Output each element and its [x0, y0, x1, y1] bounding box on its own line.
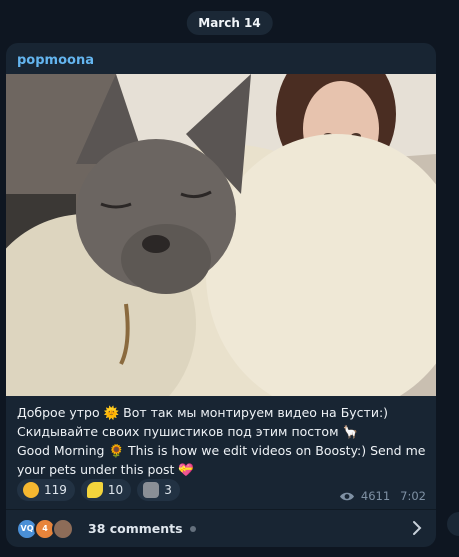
post-meta: 4611 7:02	[339, 489, 426, 503]
post-time: 7:02	[400, 489, 426, 503]
comments-button[interactable]: VQ 4 38 comments	[6, 510, 436, 547]
view-count: 4611	[360, 489, 391, 503]
post-photo[interactable]	[6, 74, 436, 396]
moai-emoji-icon	[143, 482, 160, 498]
post-text-line: Доброе утро 🌞 Вот так мы монтируем видео…	[17, 405, 389, 420]
date-separator: March 14	[186, 11, 273, 35]
channel-post: popmoona Доброе утро 🌞 Вот так мы монтир…	[6, 43, 436, 547]
channel-name[interactable]: popmoona	[17, 53, 94, 68]
reaction-heart-eyes[interactable]: 119	[17, 479, 75, 501]
reaction-moai[interactable]: 3	[137, 479, 180, 501]
reaction-count: 119	[44, 483, 67, 497]
heart-eyes-emoji-icon	[23, 482, 39, 498]
reaction-count: 10	[107, 483, 124, 497]
reactions-bar: 119 10 3	[17, 479, 180, 501]
photo-illustration	[6, 74, 436, 396]
unread-dot	[189, 525, 196, 532]
commenter-avatars: VQ 4	[16, 517, 80, 540]
reaction-count: 3	[164, 483, 172, 497]
avatar	[52, 517, 74, 540]
chevron-right-icon	[413, 521, 422, 535]
forward-button[interactable]	[447, 512, 459, 536]
post-text-line: Good Morning 🌻 This is how we edit video…	[17, 443, 426, 458]
banana-emoji-icon	[86, 482, 103, 498]
post-text: Доброе утро 🌞 Вот так мы монтируем видео…	[17, 403, 426, 479]
comments-label: 38 comments	[88, 521, 183, 536]
post-text-line: Скидывайте своих пушистиков под этим пос…	[17, 424, 359, 439]
post-text-line: your pets under this post 💝	[17, 462, 194, 477]
reaction-banana[interactable]: 10	[80, 479, 132, 501]
eye-icon	[339, 492, 354, 500]
